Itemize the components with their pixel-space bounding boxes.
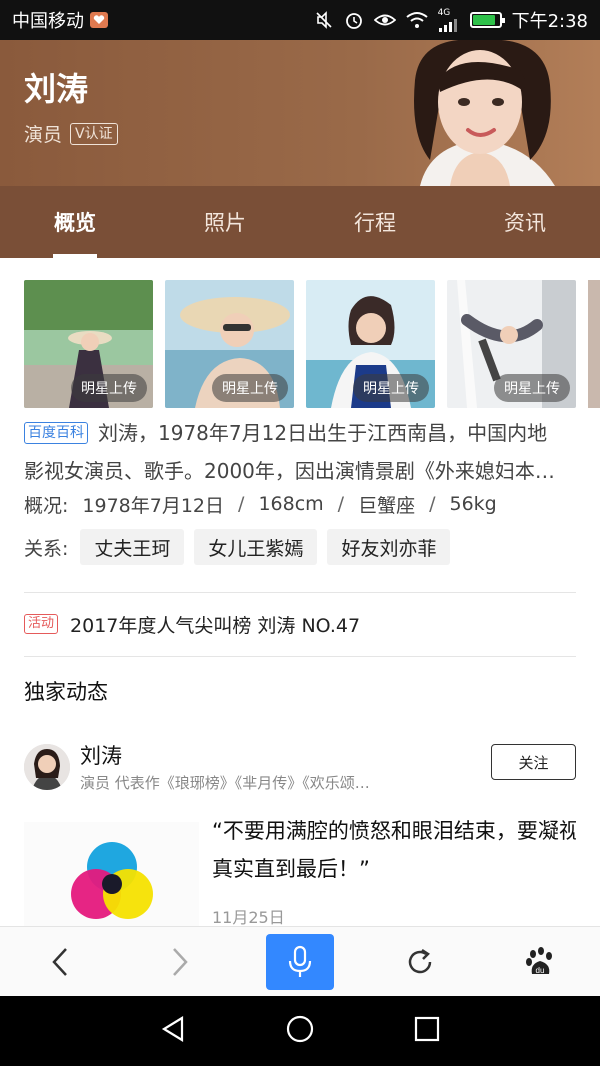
signal-icon: 4G xyxy=(437,7,460,32)
eye-icon xyxy=(373,10,396,30)
section-title: 独家动态 xyxy=(24,680,108,704)
star-header: 刘涛 演员 V认证 xyxy=(0,40,600,186)
divider xyxy=(24,656,576,657)
status-icons: 4G 下午2:38 xyxy=(314,7,588,33)
avatar[interactable] xyxy=(24,744,70,790)
voice-search-button[interactable] xyxy=(240,933,360,990)
nav-recents-icon[interactable] xyxy=(412,1014,442,1048)
separator: / xyxy=(429,493,436,515)
tab-news[interactable]: 资讯 xyxy=(450,186,600,258)
network-type: 4G xyxy=(437,7,451,18)
forward-icon[interactable] xyxy=(120,946,240,978)
back-icon[interactable] xyxy=(0,946,120,978)
battery-fill xyxy=(472,15,495,25)
alarm-icon xyxy=(344,10,364,30)
photo-tag: 明星上传 xyxy=(494,374,570,402)
clock: 下午2:38 xyxy=(511,11,588,32)
refresh-icon[interactable] xyxy=(360,946,480,978)
baike-badge: 百度百科 xyxy=(24,422,88,444)
carrier-group: 中国移动 xyxy=(12,7,108,33)
star-name: 刘涛 xyxy=(24,70,89,108)
relations-row: 关系: 丈夫王珂 女儿王紫嫣 好友刘亦菲 xyxy=(24,529,451,565)
svg-text:du: du xyxy=(536,966,545,975)
photo-thumbnail[interactable]: 明星上传 xyxy=(447,280,576,408)
post-image[interactable] xyxy=(24,822,199,926)
overview-label: 概况: xyxy=(24,494,69,517)
role-row: 演员 V认证 xyxy=(24,120,118,147)
tab-photos[interactable]: 照片 xyxy=(150,186,300,258)
separator: / xyxy=(337,493,345,515)
tab-overview[interactable]: 概览 xyxy=(0,186,150,258)
relations-label: 关系: xyxy=(24,537,69,560)
photo-tag: 明星上传 xyxy=(353,374,429,402)
microphone-icon[interactable] xyxy=(266,933,334,990)
carrier-name: 中国移动 xyxy=(12,11,84,32)
relation-chip-daughter[interactable]: 女儿王紫嫣 xyxy=(194,529,318,565)
photo-strip[interactable]: 明星上传 明星上传 明星上传 明星上传 xyxy=(24,280,600,410)
nav-home-icon[interactable] xyxy=(285,1014,315,1048)
mute-icon xyxy=(314,10,334,30)
photo-tag: 明星上传 xyxy=(212,374,288,402)
status-bar: 中国移动 4G 下午2:38 xyxy=(0,0,600,40)
intro-text-2: 影视女演员、歌手。2000年，因出演情景剧《外来媳妇本… xyxy=(24,459,555,483)
overview-row: 概况: 1978年7月12日 / 168cm / 巨蟹座 / 56kg xyxy=(24,488,497,520)
photo-tag: 明星上传 xyxy=(71,374,147,402)
browser-toolbar: du xyxy=(0,926,600,996)
author-description: 演员 代表作《琅琊榜》《芈月传》《欢乐颂… xyxy=(80,774,370,792)
wifi-icon xyxy=(405,11,428,29)
photo-thumbnail[interactable]: 明星上传 xyxy=(306,280,435,408)
post-date: 11月25日 xyxy=(212,908,285,926)
divider xyxy=(24,592,576,593)
photo-thumbnail-partial[interactable] xyxy=(588,280,600,408)
intro-block[interactable]: 百度百科 刘涛，1978年7月12日出生于江西南昌，中国内地 影视女演员、歌手。2… xyxy=(24,414,574,490)
tab-schedule[interactable]: 行程 xyxy=(300,186,450,258)
follow-button[interactable]: 关注 xyxy=(491,744,576,780)
intro-line-1: 百度百科 刘涛，1978年7月12日出生于江西南昌，中国内地 xyxy=(24,414,574,452)
separator: / xyxy=(238,493,245,515)
event-badge: 活动 xyxy=(24,614,59,634)
event-row[interactable]: 活动 2017年度人气尖叫榜 刘涛 NO.47 xyxy=(24,604,360,644)
overview-zodiac: 巨蟹座 xyxy=(358,494,416,517)
photo-thumbnail[interactable]: 明星上传 xyxy=(24,280,153,408)
overview-weight: 56kg xyxy=(449,493,497,515)
star-portrait xyxy=(414,40,555,186)
tab-bar: 概览 照片 行程 资讯 xyxy=(0,186,600,258)
heart-icon xyxy=(90,12,108,28)
baidu-paw-icon[interactable]: du xyxy=(480,946,600,978)
intro-text-1: 刘涛，1978年7月12日出生于江西南昌，中国内地 xyxy=(98,421,548,445)
star-role: 演员 xyxy=(24,124,63,146)
overview-height: 168cm xyxy=(258,493,324,515)
overview-birthday: 1978年7月12日 xyxy=(82,494,225,517)
photo-thumbnail[interactable]: 明星上传 xyxy=(165,280,294,408)
relation-chip-friend[interactable]: 好友刘亦菲 xyxy=(327,529,451,565)
battery-icon xyxy=(469,12,505,28)
nav-back-icon[interactable] xyxy=(158,1014,188,1048)
relation-chip-husband[interactable]: 丈夫王珂 xyxy=(80,529,185,565)
post-card[interactable]: “不要用满腔的愤怒和眼泪结束，要凝视真实直到最后！” 11月25日 xyxy=(24,812,576,926)
author-row: 刘涛 演员 代表作《琅琊榜》《芈月传》《欢乐颂… 关注 xyxy=(24,740,576,796)
author-name[interactable]: 刘涛 xyxy=(80,740,122,770)
post-text: “不要用满腔的愤怒和眼泪结束，要凝视真实直到最后！” xyxy=(212,819,576,881)
system-nav-bar xyxy=(0,996,600,1066)
verified-badge: V认证 xyxy=(70,122,118,145)
event-text: 2017年度人气尖叫榜 刘涛 NO.47 xyxy=(70,614,361,637)
